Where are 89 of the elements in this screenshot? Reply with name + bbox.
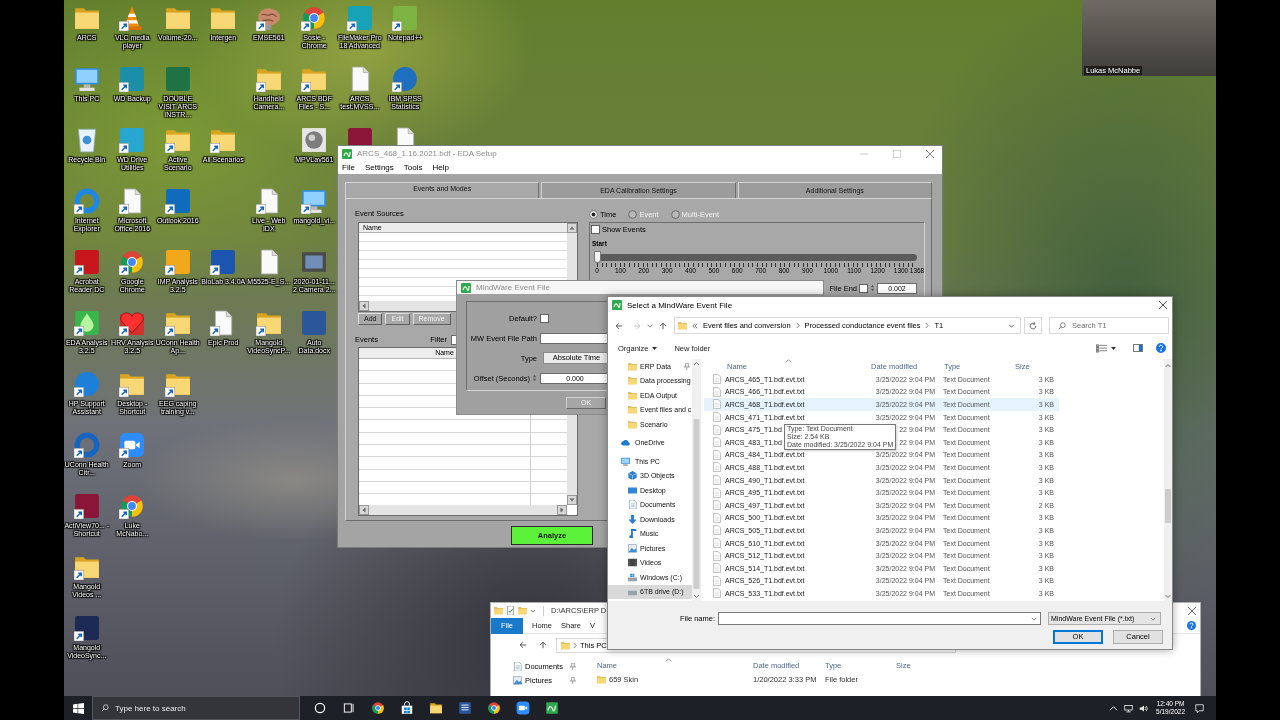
app-icon [342, 148, 352, 159]
dialog-title: Select a MindWare Event File [627, 300, 733, 310]
up-arrow-icon[interactable] [539, 641, 547, 649]
file-name-field[interactable] [718, 612, 1041, 625]
document-icon [713, 399, 721, 410]
up-arrow-icon[interactable] [659, 321, 667, 330]
folder-icon [628, 405, 637, 415]
refresh-button[interactable] [1024, 317, 1042, 334]
folder-icon [518, 606, 527, 615]
screen-icon [628, 485, 637, 495]
slider-thumb[interactable] [594, 251, 601, 263]
preview-pane-icon[interactable] [1133, 344, 1143, 352]
video-camera-icon[interactable] [515, 701, 530, 715]
app-icon [612, 300, 622, 310]
folder-icon [628, 419, 637, 429]
document-icon [713, 525, 721, 536]
four-panes-icon [72, 702, 84, 714]
notification-icon[interactable] [1195, 703, 1204, 713]
cloud-icon [621, 438, 630, 448]
close-icon[interactable] [1188, 606, 1196, 615]
checked-document-icon[interactable] [506, 606, 515, 615]
chevron-icon[interactable] [925, 322, 930, 329]
tile-icon[interactable] [457, 701, 472, 715]
music-note-icon [628, 529, 637, 539]
document-icon [628, 500, 637, 510]
document-icon [713, 538, 721, 548]
caret-icon[interactable] [1109, 703, 1119, 713]
view-options-icon[interactable] [1096, 343, 1107, 353]
drive-icon [628, 572, 637, 582]
folder-icon [628, 361, 637, 371]
close-icon[interactable] [926, 149, 934, 158]
help-icon[interactable] [1187, 621, 1196, 630]
round-logo-icon[interactable] [486, 701, 501, 715]
folder-icon [678, 321, 687, 330]
document-icon [513, 661, 522, 671]
radio-button[interactable] [589, 209, 598, 219]
close-icon[interactable] [1159, 301, 1167, 309]
menu-item[interactable]: Tools [403, 163, 423, 172]
menu-item[interactable]: File [342, 163, 355, 172]
folder-icon [494, 606, 503, 615]
vertical-scrollbar[interactable] [692, 359, 701, 601]
chevron-icon[interactable] [795, 322, 800, 329]
ring-icon[interactable] [312, 701, 327, 715]
shopping-bag-icon[interactable] [399, 701, 414, 715]
spinner-arrows-icon[interactable] [870, 283, 875, 293]
menu-item[interactable]: Help [432, 163, 449, 172]
caret-icon [652, 346, 658, 350]
sort-caret-icon [665, 658, 672, 662]
checkbox[interactable] [859, 283, 868, 293]
task-view-icon[interactable] [341, 701, 356, 715]
folder-icon [628, 390, 637, 400]
folder-icon [597, 674, 606, 684]
picture-icon [513, 675, 522, 685]
tile-icon[interactable] [544, 701, 559, 715]
search-icon [101, 704, 109, 712]
vertical-scrollbar[interactable] [1164, 359, 1172, 601]
caret-icon[interactable] [1111, 346, 1116, 350]
window-title: ARCS_468_1.16.2021.bdf - EDA Setup [357, 149, 497, 158]
document-icon [713, 588, 721, 599]
round-logo-icon[interactable] [370, 701, 385, 715]
refresh-icon [1029, 321, 1037, 330]
monitor-icon [621, 456, 630, 466]
double-chevron-icon[interactable] [692, 322, 698, 329]
chevron-icon [573, 641, 577, 649]
folder-icon [561, 640, 570, 650]
dialog-title: MindWare Event File [476, 283, 550, 292]
download-arrow-icon [628, 514, 637, 524]
checkbox[interactable] [591, 224, 600, 234]
horizontal-scrollbar[interactable] [359, 505, 567, 515]
picture-icon [628, 543, 637, 553]
folder-icon[interactable] [428, 701, 443, 715]
back-arrow-icon[interactable] [615, 321, 623, 330]
search-icon [1058, 321, 1066, 330]
back-arrow-icon[interactable] [519, 641, 527, 649]
speaker-icon[interactable] [1139, 703, 1149, 713]
document-icon [713, 462, 721, 473]
checkbox[interactable] [540, 313, 549, 323]
app-icon [461, 282, 471, 293]
spinner-arrows-icon[interactable] [532, 373, 537, 383]
sort-caret-icon [785, 359, 792, 363]
network-icon[interactable] [1124, 703, 1134, 713]
folder-icon [628, 376, 637, 386]
search-field[interactable]: Type here to search [92, 696, 300, 720]
cube-icon [628, 471, 637, 481]
menu-item[interactable]: Settings [364, 163, 394, 172]
slider-track[interactable] [597, 254, 917, 261]
document-icon [713, 550, 721, 561]
film-icon [628, 558, 637, 568]
help-icon[interactable] [1156, 343, 1166, 353]
